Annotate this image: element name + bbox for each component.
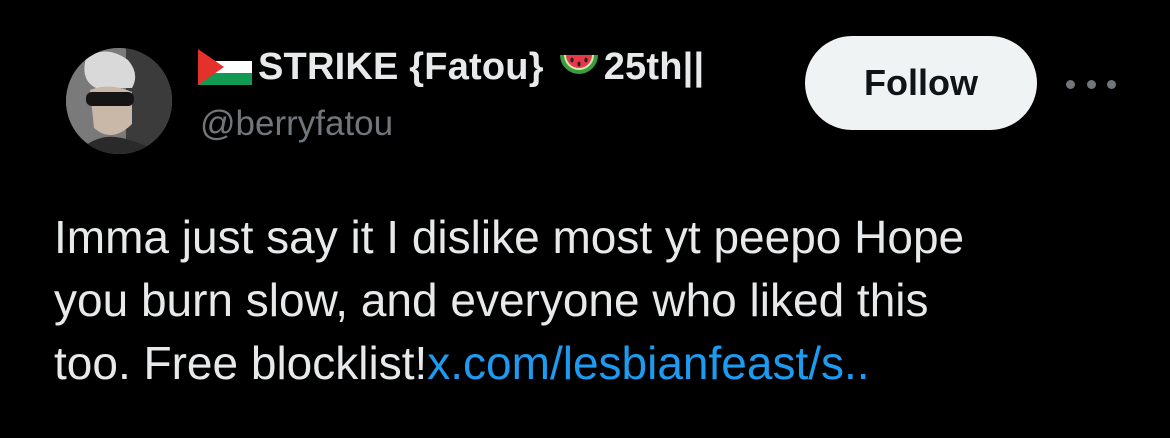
avatar[interactable] [66,48,172,154]
author-display-name-suffix: 25th|| [603,45,705,88]
follow-button[interactable]: Follow [805,36,1037,130]
tweet-text: Imma just say it I dislike most yt peepo… [54,206,1134,395]
author-handle[interactable]: @berryfatou [200,104,393,144]
author-display-name: STRIKE {Fatou} [258,45,544,88]
tweet-text-line: too. Free blocklist!x.com/lesbianfeast/s… [54,332,1134,395]
tweet-text-line: Imma just say it I dislike most yt peepo… [54,211,965,263]
tweet-link[interactable]: x.com/lesbianfeast/s.. [427,337,869,389]
tweet-text-line: you burn slow, and everyone who liked th… [54,274,929,326]
more-horizontal-icon[interactable] [1066,70,1116,98]
author-name-row[interactable]: STRIKE {Fatou} 25th|| [198,44,704,90]
palestine-flag-icon [198,49,252,85]
tweet-text-segment: too. Free blocklist! [54,337,428,389]
watermelon-icon [558,47,600,87]
